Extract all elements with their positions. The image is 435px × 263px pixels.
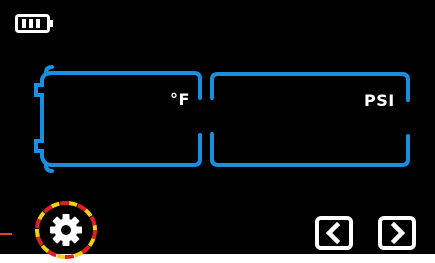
chevron-right-icon <box>390 221 406 245</box>
pointer-line <box>0 233 12 235</box>
chevron-left-icon <box>325 221 341 245</box>
previous-button[interactable] <box>315 216 353 250</box>
temperature-unit-label: °F <box>170 90 190 109</box>
next-button[interactable] <box>378 216 416 250</box>
battery-icon <box>15 13 55 34</box>
temperature-panel: °F <box>28 63 208 174</box>
device-screen: °F PSI <box>0 0 435 259</box>
pressure-panel: PSI <box>207 72 417 169</box>
gear-icon <box>50 214 82 246</box>
settings-button[interactable] <box>33 199 99 259</box>
pressure-unit-label: PSI <box>364 91 395 110</box>
